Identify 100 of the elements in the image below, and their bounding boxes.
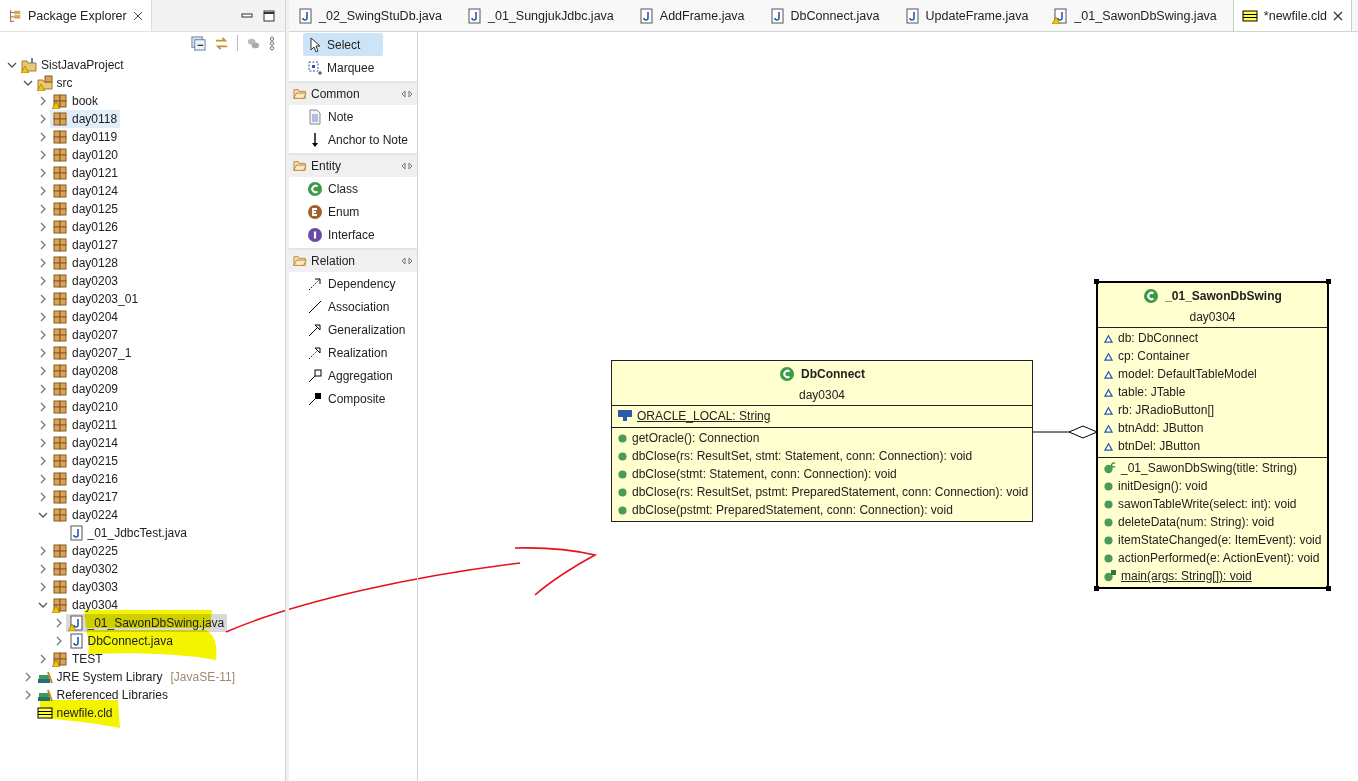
selection-handle[interactable] bbox=[1094, 586, 1099, 591]
close-icon[interactable] bbox=[1333, 10, 1344, 21]
palette-item[interactable]: Realization bbox=[289, 341, 417, 364]
editor-tab[interactable]: _02_SwingStuDb.java bbox=[289, 0, 458, 31]
palette-item[interactable]: Class bbox=[289, 177, 417, 200]
class-node[interactable] bbox=[611, 360, 1033, 522]
palette-group-header[interactable]: Relation bbox=[289, 250, 417, 272]
pin-icon[interactable] bbox=[401, 257, 413, 265]
package-icon bbox=[52, 543, 68, 559]
editor-tab[interactable]: AddFrame.java bbox=[629, 0, 761, 31]
tree-item[interactable]: day0302 bbox=[50, 560, 122, 578]
tree-item[interactable]: day0204 bbox=[50, 308, 122, 326]
member-text: sawonTableWrite(select: int): void bbox=[1118, 497, 1297, 511]
tree-item[interactable]: day0211 bbox=[50, 416, 121, 434]
diagram-file-icon bbox=[1241, 7, 1258, 24]
tree-item[interactable]: book bbox=[50, 92, 102, 110]
package-icon bbox=[52, 309, 68, 325]
tree-item[interactable]: _01_JdbcTest.java bbox=[65, 524, 190, 542]
member-text: rb: JRadioButton[] bbox=[1118, 403, 1215, 417]
class-icon bbox=[779, 366, 795, 382]
package-icon bbox=[52, 507, 68, 523]
class-node[interactable] bbox=[1096, 281, 1329, 589]
tree-item[interactable]: Referenced Libraries bbox=[34, 686, 171, 704]
palette-group-header[interactable]: Common bbox=[289, 83, 417, 105]
palette-item[interactable]: Anchor to Note bbox=[289, 128, 417, 151]
editor-tab[interactable]: _01_SawonDbSwing.java bbox=[1044, 0, 1233, 31]
tree-item[interactable]: day0203 bbox=[50, 272, 122, 290]
member-text: getOracle(): Connection bbox=[632, 431, 760, 445]
palette-item[interactable]: Dependency bbox=[289, 272, 417, 295]
tree-item[interactable]: TEST bbox=[50, 650, 106, 668]
tree-item[interactable]: day0304 bbox=[50, 596, 122, 614]
tree-item[interactable]: day0208 bbox=[50, 362, 122, 380]
selection-handle[interactable] bbox=[1326, 279, 1331, 284]
palette-item[interactable]: Aggregation bbox=[289, 364, 417, 387]
tree-item[interactable]: src bbox=[34, 74, 76, 92]
tree-item[interactable]: day0207_1 bbox=[50, 344, 135, 362]
tree-item[interactable]: day0215 bbox=[50, 452, 122, 470]
tree-item[interactable]: day0128 bbox=[50, 254, 122, 272]
tree-item[interactable]: JRE System Library [JavaSE-11] bbox=[34, 668, 238, 686]
tree-item[interactable]: newfile.cld bbox=[34, 704, 116, 722]
member-text: itemStateChanged(e: ItemEvent): void bbox=[1118, 533, 1322, 547]
editor-tab[interactable]: _01_SungjukJdbc.java bbox=[458, 0, 630, 31]
member-text: dbClose(rs: ResultSet, pstmt: PreparedStatement, conn: Connection): void bbox=[632, 485, 1029, 499]
package-icon bbox=[52, 471, 68, 487]
tree-item[interactable]: day0124 bbox=[50, 182, 122, 200]
palette-group-header[interactable]: Entity bbox=[289, 155, 417, 177]
editor-tab[interactable]: DbConnect.java bbox=[760, 0, 896, 31]
tree-item[interactable]: day0209 bbox=[50, 380, 122, 398]
editor-tab[interactable]: UpdateFrame.java bbox=[895, 0, 1045, 31]
tree-item[interactable]: day0214 bbox=[50, 434, 122, 452]
tree-item[interactable]: day0225 bbox=[50, 542, 122, 560]
tree-item[interactable]: day0126 bbox=[50, 218, 122, 236]
tree-item[interactable]: day0118 bbox=[50, 110, 121, 128]
tree-item[interactable]: day0119 bbox=[50, 128, 121, 146]
package-icon bbox=[52, 255, 68, 271]
tree-item[interactable]: day0217 bbox=[50, 488, 122, 506]
tree-item[interactable]: day0210 bbox=[50, 398, 122, 416]
palette-item[interactable]: Note bbox=[289, 105, 417, 128]
tree-item[interactable]: day0303 bbox=[50, 578, 122, 596]
palette-tool[interactable]: Marquee bbox=[303, 56, 383, 79]
tree-item[interactable]: day0224 bbox=[50, 506, 122, 524]
library-icon bbox=[36, 687, 53, 703]
selection-handle[interactable] bbox=[1094, 279, 1099, 284]
package-icon bbox=[52, 435, 68, 451]
tree-item[interactable]: SistJavaProject bbox=[19, 56, 127, 74]
tree-item[interactable]: day0203_01 bbox=[50, 290, 142, 308]
tree-item[interactable]: day0127 bbox=[50, 236, 122, 254]
close-icon[interactable] bbox=[132, 10, 143, 21]
package-icon bbox=[52, 561, 68, 577]
editor-tab[interactable]: *newfile.cld bbox=[1232, 0, 1353, 31]
tree-item[interactable]: DbConnect.java bbox=[65, 632, 176, 650]
package-name: day0304 bbox=[1188, 309, 1237, 326]
member-text: main(args: String[]): void bbox=[1121, 569, 1252, 583]
tree-item[interactable]: day0120 bbox=[50, 146, 122, 164]
link-arrows-icon[interactable] bbox=[214, 35, 229, 51]
package-icon bbox=[52, 147, 68, 163]
package-icon bbox=[52, 363, 68, 379]
package-icon bbox=[52, 381, 68, 397]
tree-item[interactable]: day0121 bbox=[50, 164, 122, 182]
source-folder-icon bbox=[36, 75, 53, 91]
palette-item[interactable]: Composite bbox=[289, 387, 417, 410]
palette-item[interactable]: Interface bbox=[289, 223, 417, 246]
package-icon bbox=[52, 651, 68, 667]
tree-item[interactable]: day0207 bbox=[50, 326, 122, 344]
pin-icon[interactable] bbox=[401, 90, 413, 98]
palette-tool[interactable]: Select bbox=[303, 33, 383, 56]
pin-icon[interactable] bbox=[401, 162, 413, 170]
maximize-icon[interactable] bbox=[263, 9, 275, 22]
class-name: DbConnect bbox=[801, 367, 865, 381]
tree-item[interactable]: day0125 bbox=[50, 200, 122, 218]
java-file-icon bbox=[768, 7, 785, 24]
view-menu-icon[interactable] bbox=[269, 35, 275, 51]
collapse-all-icon[interactable] bbox=[191, 35, 206, 51]
palette-item[interactable]: Generalization bbox=[289, 318, 417, 341]
selection-handle[interactable] bbox=[1326, 586, 1331, 591]
palette-item[interactable]: Association bbox=[289, 295, 417, 318]
tree-item[interactable]: day0216 bbox=[50, 470, 122, 488]
palette-item[interactable]: Enum bbox=[289, 200, 417, 223]
aggregation-connector[interactable] bbox=[1031, 424, 1097, 440]
member-text: dbClose(stmt: Statement, conn: Connection): void bbox=[632, 467, 897, 481]
